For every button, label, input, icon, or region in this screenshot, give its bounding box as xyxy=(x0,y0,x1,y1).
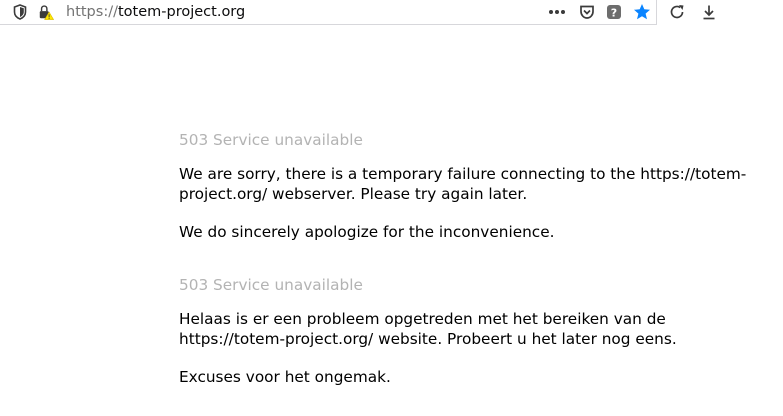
url-text[interactable]: https://totem-project.org xyxy=(66,4,245,21)
more-icon[interactable] xyxy=(547,2,567,22)
status-heading-english: 503 Service unavailable xyxy=(179,131,363,149)
help-icon[interactable]: ? xyxy=(604,2,624,22)
error-message-english-line1: We are sorry, there is a temporary failu… xyxy=(179,165,747,183)
url-scheme: https:// xyxy=(66,4,118,20)
error-message-dutch: Helaas is er een probleem opgetreden met… xyxy=(179,309,779,349)
error-message-english: We are sorry, there is a temporary failu… xyxy=(179,164,779,204)
apology-english: We do sincerely apologize for the inconv… xyxy=(179,223,555,241)
url-host: totem-project.org xyxy=(117,4,246,20)
error-page-content: 503 Service unavailable We are sorry, th… xyxy=(179,130,779,387)
bookmark-star-icon[interactable] xyxy=(632,2,652,22)
error-message-dutch-line1: Helaas is er een probleem opgetreden met… xyxy=(179,310,666,328)
apology-dutch: Excuses voor het ongemak. xyxy=(179,368,391,386)
shield-icon[interactable] xyxy=(12,4,28,20)
browser-toolbar: https://totem-project.org ? xyxy=(0,0,783,26)
status-heading-dutch: 503 Service unavailable xyxy=(179,276,363,294)
svg-text:?: ? xyxy=(611,7,617,20)
pocket-icon[interactable] xyxy=(577,2,597,22)
download-icon[interactable] xyxy=(699,2,719,22)
reload-icon[interactable] xyxy=(667,2,687,22)
lock-warning-icon[interactable] xyxy=(38,4,54,20)
url-bar[interactable]: https://totem-project.org ? xyxy=(0,0,657,25)
error-message-english-line2: project.org/ webserver. Please try again… xyxy=(179,185,528,203)
error-message-dutch-line2: https://totem-project.org/ website. Prob… xyxy=(179,330,677,348)
